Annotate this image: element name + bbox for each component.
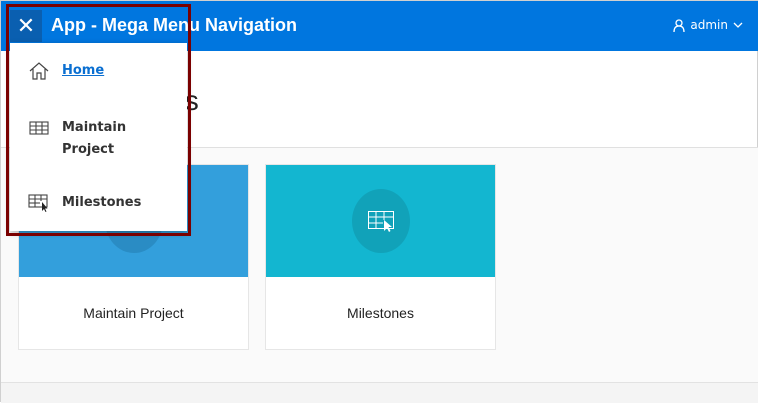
navigation-menu: Home Maintain Project Milestones — [10, 43, 187, 231]
card-milestones[interactable]: Milestones — [265, 164, 496, 350]
menu-item-home[interactable]: Home — [28, 60, 104, 82]
user-icon — [673, 18, 686, 32]
user-menu-button[interactable]: admin — [673, 18, 743, 32]
home-icon — [28, 60, 50, 82]
table-icon — [28, 117, 50, 139]
close-icon: ✕ — [16, 13, 36, 39]
menu-item-maintain-project[interactable]: Maintain Project — [28, 117, 126, 161]
menu-item-milestones[interactable]: Milestones — [28, 192, 141, 214]
table-pointer-icon — [28, 192, 50, 214]
table-pointer-icon — [367, 211, 394, 232]
footer — [1, 382, 758, 403]
close-menu-button[interactable]: ✕ — [10, 10, 42, 42]
username: admin — [690, 18, 728, 32]
chevron-down-icon — [733, 22, 743, 28]
app-title: App - Mega Menu Navigation — [51, 15, 298, 35]
card-label: Maintain Project — [83, 305, 184, 321]
card-label: Milestones — [347, 305, 414, 321]
